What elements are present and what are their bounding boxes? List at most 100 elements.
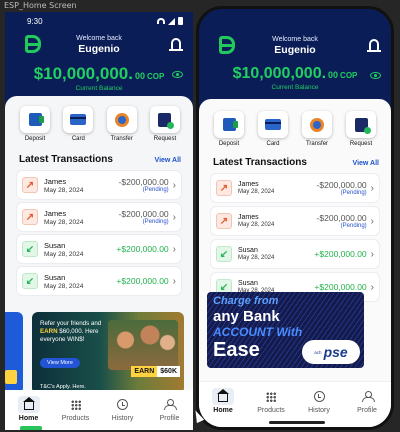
nav-label: History: [308, 407, 330, 414]
tx-name: Susan: [44, 272, 66, 282]
transfer-button[interactable]: Transfer: [106, 106, 138, 142]
chevron-right-icon: ›: [172, 275, 176, 287]
transactions-header: Latest Transactions View All: [199, 157, 391, 168]
content-sheet: Deposit Card Transfer Request Latest Tra…: [199, 99, 391, 427]
promo-carousel-previous-slide[interactable]: [5, 312, 23, 394]
nav-profile[interactable]: Profile: [150, 396, 190, 422]
tx-date: May 28, 2024: [44, 186, 84, 194]
welcome-text: Welcome back: [272, 36, 318, 43]
tx-name: Susan: [238, 247, 258, 254]
balance-currency: COP: [146, 72, 165, 81]
transaction-row[interactable]: ↙ Susan May 28, 2024 +$200,000.00 ›: [17, 267, 181, 295]
view-all-link[interactable]: View All: [155, 157, 181, 164]
incoming-arrow-icon: ↙: [216, 246, 232, 262]
incoming-arrow-icon: ↙: [22, 241, 38, 257]
request-icon: [354, 117, 371, 134]
tx-amount: -$200,000.00: [316, 213, 367, 223]
pse-promo-banner[interactable]: Charge from any Bank ACCOUNT With Ease a…: [207, 292, 364, 368]
tx-amount: +$200,000.00: [314, 282, 367, 292]
view-more-button[interactable]: View More: [40, 358, 80, 368]
eye-icon[interactable]: [370, 72, 381, 79]
incoming-arrow-icon: ↙: [22, 273, 38, 289]
tx-name: Susan: [44, 240, 66, 250]
deposit-button[interactable]: Deposit: [19, 106, 51, 142]
quick-actions: Deposit Card Transfer Request: [5, 96, 193, 142]
nav-products[interactable]: Products: [251, 388, 291, 414]
eye-icon[interactable]: [172, 71, 183, 78]
battery-icon: [178, 17, 183, 25]
nav-products[interactable]: Products: [56, 396, 96, 422]
transaction-row[interactable]: ↙ Susan May 28, 2024 +$200,000.00 ›: [17, 235, 181, 263]
bell-icon[interactable]: [169, 38, 183, 51]
card-button[interactable]: Card: [62, 106, 94, 142]
card-button[interactable]: Card: [257, 111, 289, 147]
transaction-row[interactable]: ↗ James May 28, 2024 -$200,000.00 (Pending…: [211, 174, 379, 202]
bell-icon[interactable]: [367, 39, 381, 52]
view-all-link[interactable]: View All: [353, 160, 379, 167]
nav-label: Home: [213, 407, 233, 414]
tx-name: James: [44, 208, 67, 218]
app-header: Welcome back Eugenio: [199, 31, 391, 61]
bottom-navigation: Home Products History Profile: [199, 381, 391, 427]
nav-profile[interactable]: Profile: [347, 388, 387, 414]
app-logo-icon: [25, 35, 41, 53]
nav-label: Profile: [357, 407, 377, 414]
chevron-right-icon: ›: [172, 243, 176, 255]
nav-home[interactable]: Home: [9, 396, 49, 422]
nav-home[interactable]: Home: [203, 388, 243, 414]
transaction-row[interactable]: ↗ James May 28, 2024 -$200,000.00 (Pending…: [211, 207, 379, 235]
outgoing-arrow-icon: ↗: [22, 209, 38, 225]
wifi-icon: [157, 18, 165, 24]
transfer-button[interactable]: Transfer: [301, 111, 333, 147]
active-tab-indicator: [20, 426, 42, 430]
status-time: 9:30: [27, 16, 43, 26]
tx-date: May 28, 2024: [238, 255, 275, 261]
chevron-right-icon: ›: [370, 215, 374, 227]
nav-label: Home: [18, 415, 39, 422]
tx-amount: +$200,000.00: [116, 244, 169, 254]
tx-status: (Pending): [340, 223, 367, 229]
transaction-row[interactable]: ↗ James May 28, 2024 -$200,000.00 (Pending…: [17, 171, 181, 199]
deposit-button[interactable]: Deposit: [213, 111, 245, 147]
action-label: Transfer: [110, 136, 133, 142]
chevron-right-icon: ›: [172, 179, 176, 191]
action-label: Card: [266, 141, 280, 147]
profile-icon: [164, 399, 177, 410]
tx-date: May 28, 2024: [44, 218, 84, 226]
home-icon: [22, 397, 35, 410]
nav-label: History: [111, 415, 134, 422]
request-button[interactable]: Request: [149, 106, 181, 142]
tx-date: May 28, 2024: [44, 282, 84, 290]
tx-name: James: [238, 214, 259, 221]
left-phone-screen: 9:30 Welcome back Eugenio $10,000,000. 00…: [5, 12, 193, 430]
status-icons: [157, 17, 183, 25]
balance-decimals: 00: [134, 71, 145, 81]
transaction-row[interactable]: ↙ Susan May 28, 2024 +$200,000.00 ›: [211, 240, 379, 268]
card-icon: [70, 114, 87, 125]
outgoing-arrow-icon: ↗: [216, 213, 232, 229]
balance-main: $10,000,000.: [33, 64, 133, 83]
app-header: Welcome back Eugenio: [5, 30, 193, 60]
refer-friends-banner[interactable]: Refer your friends and EARN $60,000. Her…: [32, 312, 184, 394]
pse-logo: ach pse: [302, 340, 360, 364]
nav-label: Products: [257, 407, 285, 414]
action-label: Deposit: [218, 141, 240, 147]
transfer-icon: [310, 117, 324, 132]
transfer-icon: [114, 112, 129, 127]
action-label: Request: [349, 141, 373, 147]
tx-amount: -$200,000.00: [316, 180, 367, 190]
balance-amount: $10,000,000. 00 COP: [5, 64, 193, 84]
card-icon: [265, 119, 281, 130]
balance-label: Current Balance: [75, 85, 123, 92]
history-icon: [313, 391, 325, 402]
history-icon: [117, 399, 128, 410]
nav-history[interactable]: History: [299, 388, 339, 414]
nav-history[interactable]: History: [103, 396, 143, 422]
balance-label: Current Balance: [271, 84, 319, 91]
tx-date: May 28, 2024: [238, 222, 275, 228]
request-icon: [158, 112, 175, 129]
chevron-right-icon: ›: [172, 211, 176, 223]
request-button[interactable]: Request: [345, 111, 377, 147]
tx-name: James: [238, 181, 259, 188]
transaction-row[interactable]: ↗ James May 28, 2024 -$200,000.00 (Pending…: [17, 203, 181, 231]
